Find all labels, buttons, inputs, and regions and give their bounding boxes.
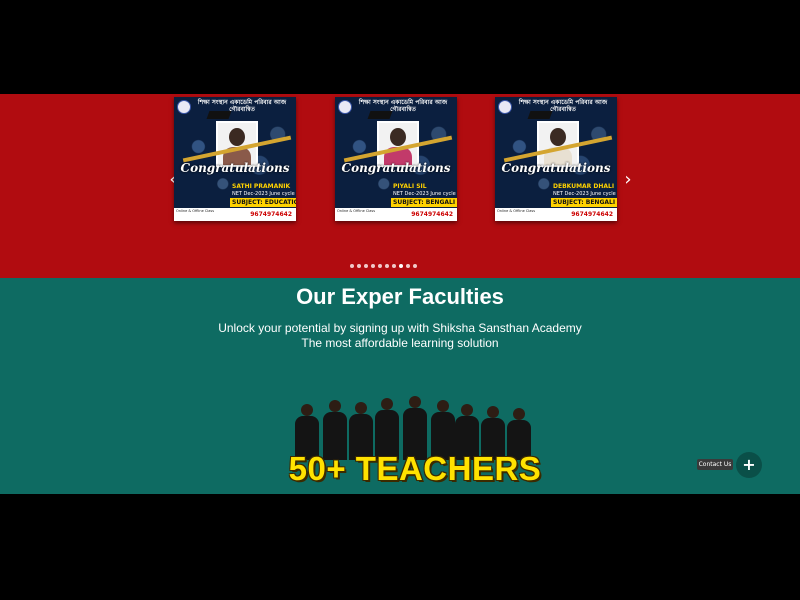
card-header: শিক্ষা সংস্থান একাডেমি পরিবার আজ গৌরবান্… <box>518 99 608 113</box>
section-subtitle: Unlock your potential by signing up with… <box>0 321 800 351</box>
footer-text: Online & Offline Class <box>337 209 376 213</box>
teacher-head <box>461 404 473 416</box>
subject-badge: SUBJECT: EDUCATION <box>230 198 296 207</box>
teacher-head <box>355 402 367 414</box>
carousel-dot[interactable] <box>406 264 410 268</box>
subtitle-line-2: The most affordable learning solution <box>301 336 499 350</box>
teacher-head <box>409 396 421 408</box>
subject-badge: SUBJECT: BENGALI <box>551 198 617 207</box>
carousel-dot[interactable] <box>378 264 382 268</box>
carousel-dot[interactable] <box>357 264 361 268</box>
card-footer: Online & Offline Class 9674974642 <box>335 208 457 221</box>
carousel-card[interactable]: শিক্ষা সংস্থান একাডেমি পরিবার আজ গৌরবান্… <box>335 97 457 221</box>
phone-number: 9674974642 <box>411 211 453 218</box>
contact-us-label[interactable]: Contact Us <box>697 459 733 470</box>
photo-head <box>229 128 245 146</box>
teacher-head <box>487 406 499 418</box>
carousel-dot[interactable] <box>364 264 368 268</box>
teacher-head <box>329 400 341 412</box>
section-title: Our Exper Faculties <box>296 284 504 309</box>
footer-text: Online & Offline Class <box>176 209 215 213</box>
teacher-head <box>437 400 449 412</box>
teacher-head <box>301 404 313 416</box>
student-name: PIYALI SIL <box>393 183 427 190</box>
subtitle-line-1: Unlock your potential by signing up with… <box>218 321 582 335</box>
exam-info: NET Dec-2023 June cycle <box>553 191 616 197</box>
carousel-dot[interactable] <box>371 264 375 268</box>
photo-head <box>390 128 406 146</box>
carousel-dot[interactable] <box>392 264 396 268</box>
plus-icon[interactable]: + <box>736 452 762 478</box>
academy-logo-icon <box>338 100 352 114</box>
exam-info: NET Dec-2023 June cycle <box>232 191 295 197</box>
card-footer: Online & Offline Class 9674974642 <box>174 208 296 221</box>
graduation-cap-icon <box>367 111 393 119</box>
footer-text: Online & Offline Class <box>497 209 536 213</box>
phone-number: 9674974642 <box>250 211 292 218</box>
chevron-right-icon[interactable]: › <box>618 170 638 190</box>
carousel-dot[interactable] <box>413 264 417 268</box>
carousel-card[interactable]: শিক্ষা সংস্থান একাডেমি পরিবার আজ গৌরবান্… <box>495 97 617 221</box>
graduation-cap-icon <box>527 111 553 119</box>
student-name: SATHI PRAMANIK <box>232 183 291 190</box>
teacher-head <box>381 398 393 410</box>
subject-badge: SUBJECT: BENGALI <box>391 198 457 207</box>
carousel-pagination <box>350 264 450 270</box>
photo-head <box>550 128 566 146</box>
teacher-head <box>513 408 525 420</box>
academy-logo-icon <box>177 100 191 114</box>
carousel-dot[interactable] <box>399 264 403 268</box>
exam-info: NET Dec-2023 June cycle <box>393 191 456 197</box>
carousel-card[interactable]: শিক্ষা সংস্থান একাডেমি পরিবার আজ গৌরবান্… <box>174 97 296 221</box>
congratulations-text: Congratulations <box>341 161 451 175</box>
academy-logo-icon <box>498 100 512 114</box>
phone-number: 9674974642 <box>571 211 613 218</box>
congratulations-text: Congratulations <box>180 161 290 175</box>
student-name: DEBKUMAR DHALI <box>553 183 615 190</box>
carousel-dot[interactable] <box>385 264 389 268</box>
graduation-cap-icon <box>206 111 232 119</box>
congratulations-text: Congratulations <box>501 161 611 175</box>
card-footer: Online & Offline Class 9674974642 <box>495 208 617 221</box>
card-header: শিক্ষা সংস্থান একাডেমি পরিবার আজ গৌরবান্… <box>197 99 287 113</box>
card-header: শিক্ষা সংস্থান একাডেমি পরিবার আজ গৌরবান্… <box>358 99 448 113</box>
carousel-dot[interactable] <box>350 264 354 268</box>
teachers-banner-text: 50+ TEACHERS <box>288 450 542 487</box>
